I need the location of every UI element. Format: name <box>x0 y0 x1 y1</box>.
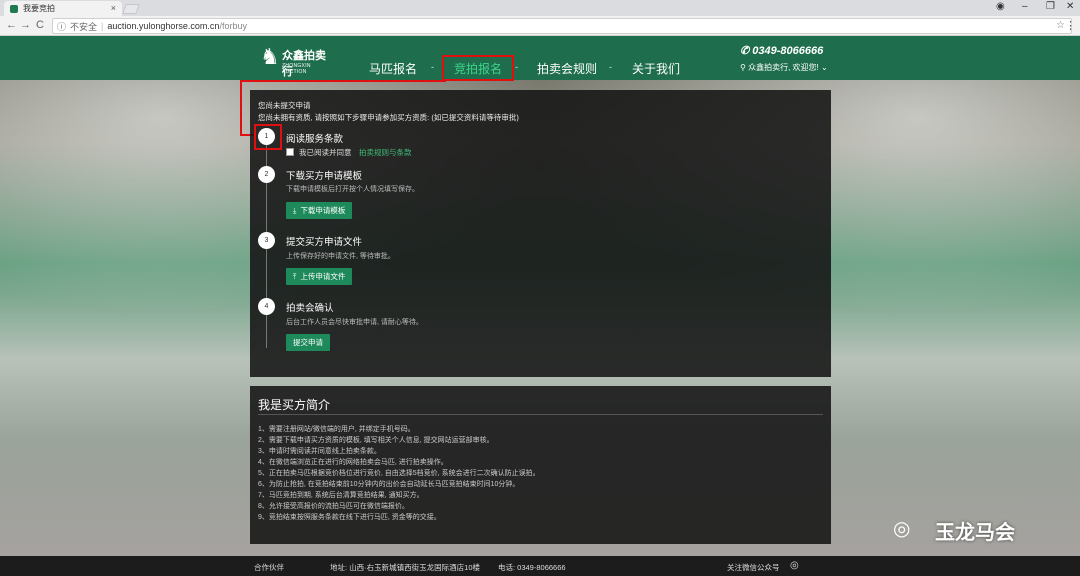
intro-rule: 4、在微信端浏览正在进行的网络拍卖会马匹, 进行拍卖操作。 <box>258 459 448 466</box>
minimize-button[interactable]: – <box>1022 1 1028 12</box>
wechat-logo-icon: ◎ <box>893 518 911 540</box>
watermark: ◎ 玉龙马会 <box>893 514 1053 544</box>
submit-application-button[interactable]: 提交申请 <box>286 334 330 351</box>
nav-separator: - <box>515 62 518 72</box>
annotation-line <box>240 80 242 136</box>
step-number: 3 <box>258 232 275 249</box>
step-title: 下载买方申请模板 <box>286 171 363 182</box>
nav-separator: - <box>609 62 612 72</box>
intro-rule: 9、竞拍结束按照服务条款在线下进行马匹, 资金等的交接。 <box>258 514 441 521</box>
intro-rule: 8、允许接受高报价的流拍马匹可在微信端报价。 <box>258 503 409 510</box>
tab-close-icon[interactable]: × <box>111 3 116 13</box>
agree-checkbox-label: 我已阅读并同意 <box>299 148 352 157</box>
step-desc: 下载申请模板后打开按个人情况填写保存。 <box>286 186 419 193</box>
intro-rule: 2、需要下载申请买方资质的模板, 填写相关个人信息, 提交网站运营部审核。 <box>258 437 494 444</box>
step-number: 4 <box>258 298 275 315</box>
browser-menu-icon[interactable]: ⋮ <box>1065 19 1076 32</box>
reload-icon[interactable]: C <box>36 19 44 31</box>
account-icon[interactable]: ◉ <box>996 1 1005 12</box>
address-bar: ← → C ⓘ 不安全 | auction.yulonghorse.com.cn… <box>0 16 1080 36</box>
intro-rule: 1、需要注册网站/微信端的用户, 并绑定手机号码。 <box>258 426 415 433</box>
bookmark-star-icon[interactable]: ☆ <box>1056 20 1065 31</box>
nav-separator: - <box>431 62 434 72</box>
buyer-intro-panel: 我是买方简介 1、需要注册网站/微信端的用户, 并绑定手机号码。 2、需要下载申… <box>250 386 831 544</box>
nav-highlight-box <box>442 55 514 81</box>
footer-address: 地址: 山西·右玉新城镇西街玉龙国际酒店10楼 <box>330 563 481 572</box>
forward-icon[interactable]: → <box>20 19 31 31</box>
download-template-button[interactable]: ⤓ 下载申请模板 <box>286 202 353 219</box>
url-separator: | <box>101 21 104 31</box>
upload-icon: ⤒ <box>293 271 297 281</box>
intro-rule: 5、正在拍卖马匹根据竞价档位进行竞价, 自由选择5档竞价, 系统会进行二次确认防… <box>258 470 540 477</box>
window-close-button[interactable]: ✕ <box>1066 1 1074 12</box>
watermark-text: 玉龙马会 <box>935 522 1015 544</box>
application-status-desc: 您尚未拥有资质, 请按照如下步骤申请参加买方资质: (如已提交资料请等待审批) <box>258 113 519 122</box>
browser-tab-bar: 我要竞拍 × ◉ – ❐ ✕ <box>0 0 1080 16</box>
favicon-icon <box>10 4 18 13</box>
site-header: ♞ 众鑫拍卖行 ZHONGXIN AUCTION 马匹报名 - 竞拍报名 - 拍… <box>0 36 1080 80</box>
step-highlight-box <box>254 124 282 150</box>
nav-about-us[interactable]: 关于我们 <box>632 60 680 77</box>
nav-horse-registration[interactable]: 马匹报名 <box>369 60 417 77</box>
url-path: /forbuy <box>219 21 247 31</box>
divider <box>258 414 823 415</box>
intro-title: 我是买方简介 <box>258 398 331 412</box>
back-icon[interactable]: ← <box>6 19 17 31</box>
footer-phone: 电话: 0349-8066666 <box>498 563 566 572</box>
intro-rule: 3、申请时需阅读并同意线上拍卖条款。 <box>258 448 381 455</box>
tab-title: 我要竞拍 <box>23 4 55 13</box>
site-logo[interactable]: ♞ 众鑫拍卖行 ZHONGXIN AUCTION <box>260 44 334 78</box>
intro-rule: 6、为防止抢拍, 在竞拍结束前10分钟内的出价会自动延长马匹竞拍结束时间10分钟… <box>258 481 520 488</box>
site-footer: 合作伙伴 地址: 山西·右玉新城镇西街玉龙国际酒店10楼 电话: 0349-80… <box>0 556 1080 576</box>
download-icon: ⤓ <box>293 205 297 215</box>
button-label: 下载申请模板 <box>300 206 346 215</box>
phone-number: 0349-8066666 <box>752 45 824 57</box>
intro-rule: 7、马匹竞拍到期, 系统后台清算竞拍结果, 通知买方。 <box>258 492 424 499</box>
footer-wechat-follow[interactable]: 关注微信公众号 <box>727 562 780 573</box>
new-tab-button[interactable] <box>122 4 140 14</box>
maximize-button[interactable]: ❐ <box>1046 1 1055 12</box>
info-icon[interactable]: ⓘ <box>57 20 66 33</box>
user-icon: ⚲ <box>740 63 746 72</box>
logo-subtitle: ZHONGXIN AUCTION <box>282 63 311 75</box>
button-label: 提交申请 <box>293 338 323 347</box>
step-title: 提交买方申请文件 <box>286 237 363 248</box>
application-status-title: 您尚未提交申请 <box>258 101 311 110</box>
wechat-icon[interactable]: ◎ <box>790 560 799 571</box>
annotation-line <box>240 80 446 82</box>
footer-partners[interactable]: 合作伙伴 <box>254 562 284 573</box>
application-steps-panel: 您尚未提交申请 您尚未拥有资质, 请按照如下步骤申请参加买方资质: (如已提交资… <box>250 90 831 377</box>
welcome-text: 众鑫拍卖行, 欢迎您! ⌄ <box>748 63 828 72</box>
step-number: 2 <box>258 166 275 183</box>
contact-phone: ✆ 0349-8066666 <box>740 44 823 57</box>
step-title: 阅读服务条款 <box>286 134 344 145</box>
step-desc: 后台工作人员会尽快审批申请, 请耐心等待。 <box>286 319 423 326</box>
url-input[interactable]: ⓘ 不安全 | auction.yulonghorse.com.cn/forbu… <box>52 18 1072 34</box>
user-welcome-menu[interactable]: ⚲ 众鑫拍卖行, 欢迎您! ⌄ <box>740 62 828 73</box>
step-desc: 上传保存好的申请文件, 等待审批。 <box>286 253 395 260</box>
security-label: 不安全 <box>70 21 98 32</box>
terms-link[interactable]: 拍卖规则与条款 <box>359 147 412 158</box>
button-label: 上传申请文件 <box>300 272 346 281</box>
agree-checkbox[interactable] <box>286 148 294 156</box>
browser-tab[interactable]: 我要竞拍 × <box>4 1 122 16</box>
url-domain: auction.yulonghorse.com.cn <box>107 21 220 31</box>
nav-auction-rules[interactable]: 拍卖会规则 <box>537 60 597 77</box>
upload-file-button[interactable]: ⤒ 上传申请文件 <box>286 268 353 285</box>
phone-icon: ✆ <box>740 45 750 57</box>
horse-logo-icon: ♞ <box>260 44 280 69</box>
step-title: 拍卖会确认 <box>286 303 334 314</box>
